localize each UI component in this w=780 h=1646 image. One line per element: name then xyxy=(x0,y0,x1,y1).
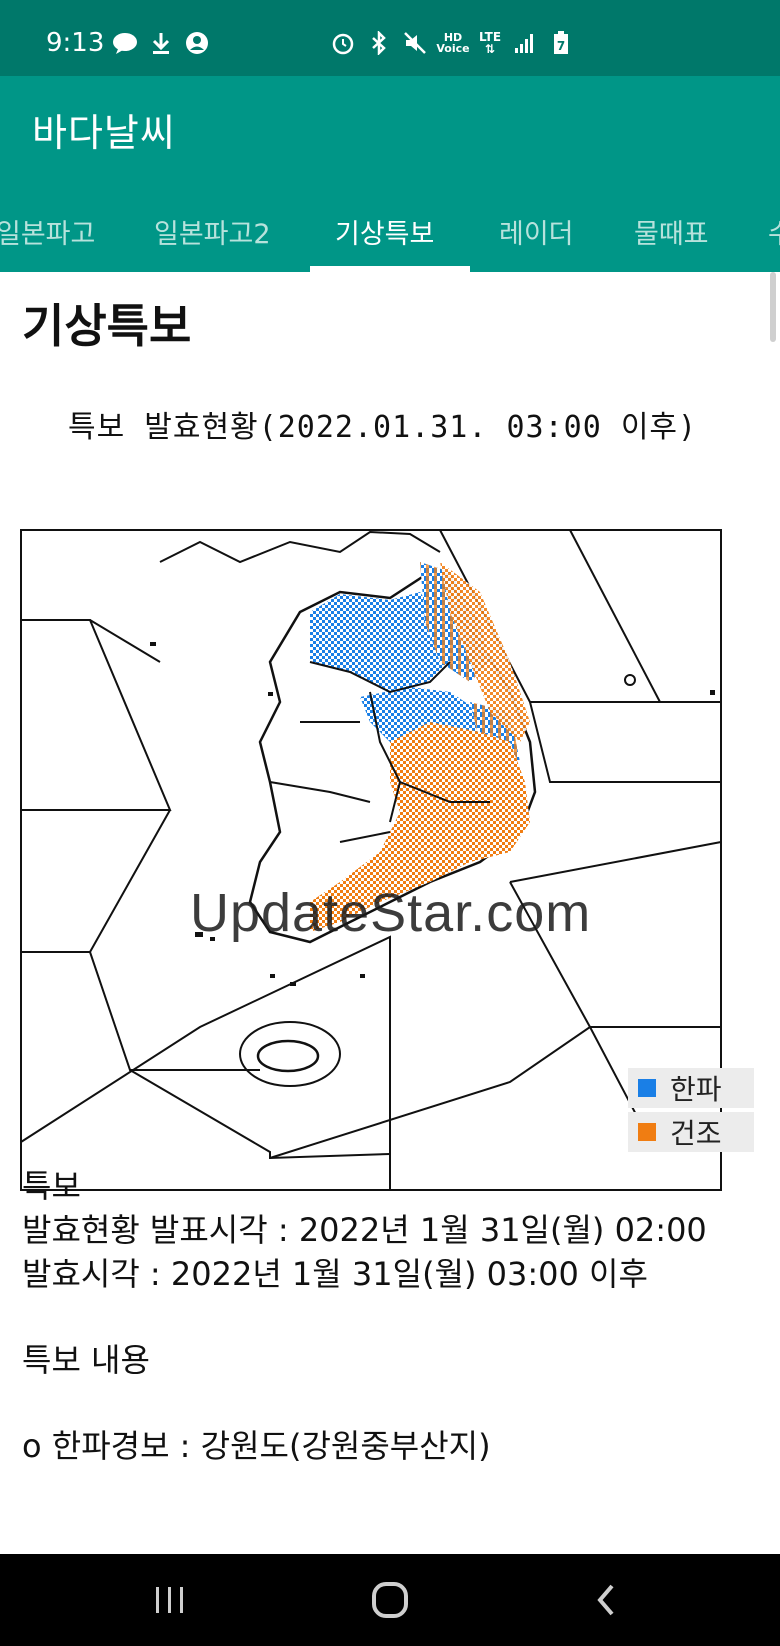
tab-weather-warning[interactable]: 기상특보 xyxy=(335,212,434,251)
mute-icon xyxy=(402,30,428,56)
warning-details: 특보 발효현황 발표시각 : 2022년 1월 31일(월) 02:00 발효시… xyxy=(22,1164,762,1468)
home-icon xyxy=(372,1582,408,1618)
status-time: 9:13 xyxy=(46,28,105,58)
tab-radar[interactable]: 레이더 xyxy=(499,212,574,251)
tab-tide-table[interactable]: 물때표 xyxy=(634,212,709,251)
legend-label-cold-wave: 한파 xyxy=(670,1073,722,1106)
lte-icon: LTE ⇅ xyxy=(478,30,502,56)
hd-voice-icon: HD Voice xyxy=(436,31,470,55)
alarm-icon xyxy=(330,30,356,56)
status-left-icons xyxy=(112,30,210,56)
legend-item-cold-wave: 한파 xyxy=(628,1068,754,1108)
talk-icon xyxy=(112,30,138,56)
back-chevron-icon xyxy=(597,1584,614,1616)
announce-time: 발효현황 발표시각 : 2022년 1월 31일(월) 02:00 xyxy=(22,1211,707,1249)
legend-item-dry: 건조 xyxy=(628,1112,754,1152)
status-bar: 9:13 HD Voice LTE ⇅ 7 xyxy=(0,0,780,76)
battery-icon: 7 xyxy=(548,30,574,56)
app-bar: 바다날씨 xyxy=(0,76,780,186)
bluetooth-icon xyxy=(366,30,392,56)
home-button[interactable] xyxy=(366,1578,414,1622)
effective-time: 발효시각 : 2022년 1월 31일(월) 03:00 이후 xyxy=(22,1255,648,1293)
section-label: 특보 xyxy=(22,1167,81,1205)
recents-button[interactable] xyxy=(146,1578,194,1622)
warning-item: o 한파경보 : 강원도(강원중부산지) xyxy=(22,1427,491,1465)
recents-icon xyxy=(156,1587,183,1613)
legend-box: 한파 건조 xyxy=(628,1068,754,1156)
tab-more[interactable]: 수 xyxy=(768,212,780,251)
map-caption: 특보 발효현황(2022.01.31. 03:00 이후) xyxy=(68,410,698,445)
cold-wave-swatch xyxy=(638,1079,656,1097)
system-nav-bar xyxy=(0,1554,780,1646)
tab-japan-wave-2[interactable]: 일본파고2 xyxy=(154,212,271,251)
legend-label-dry: 건조 xyxy=(670,1117,722,1150)
web-content[interactable]: 기상특보 특보 발효현황(2022.01.31. 03:00 이후) Updat… xyxy=(0,272,780,1554)
dry-swatch xyxy=(638,1123,656,1141)
svg-text:7: 7 xyxy=(557,39,565,53)
signal-icon xyxy=(512,30,538,56)
account-icon xyxy=(184,30,210,56)
back-button[interactable] xyxy=(582,1578,630,1622)
tab-japan-wave[interactable]: 일본파고 xyxy=(0,212,95,251)
scrollbar[interactable] xyxy=(770,272,776,342)
tab-bar: 일본파고 일본파고2 기상특보 레이더 물때표 수 xyxy=(0,186,780,272)
page-title: 기상특보 xyxy=(22,299,192,353)
watermark-text: UpdateStar.com xyxy=(190,883,592,943)
status-right-icons: HD Voice LTE ⇅ 7 xyxy=(330,30,574,56)
app-title: 바다날씨 xyxy=(32,111,176,155)
download-icon xyxy=(148,30,174,56)
content-title: 특보 내용 xyxy=(22,1341,150,1379)
